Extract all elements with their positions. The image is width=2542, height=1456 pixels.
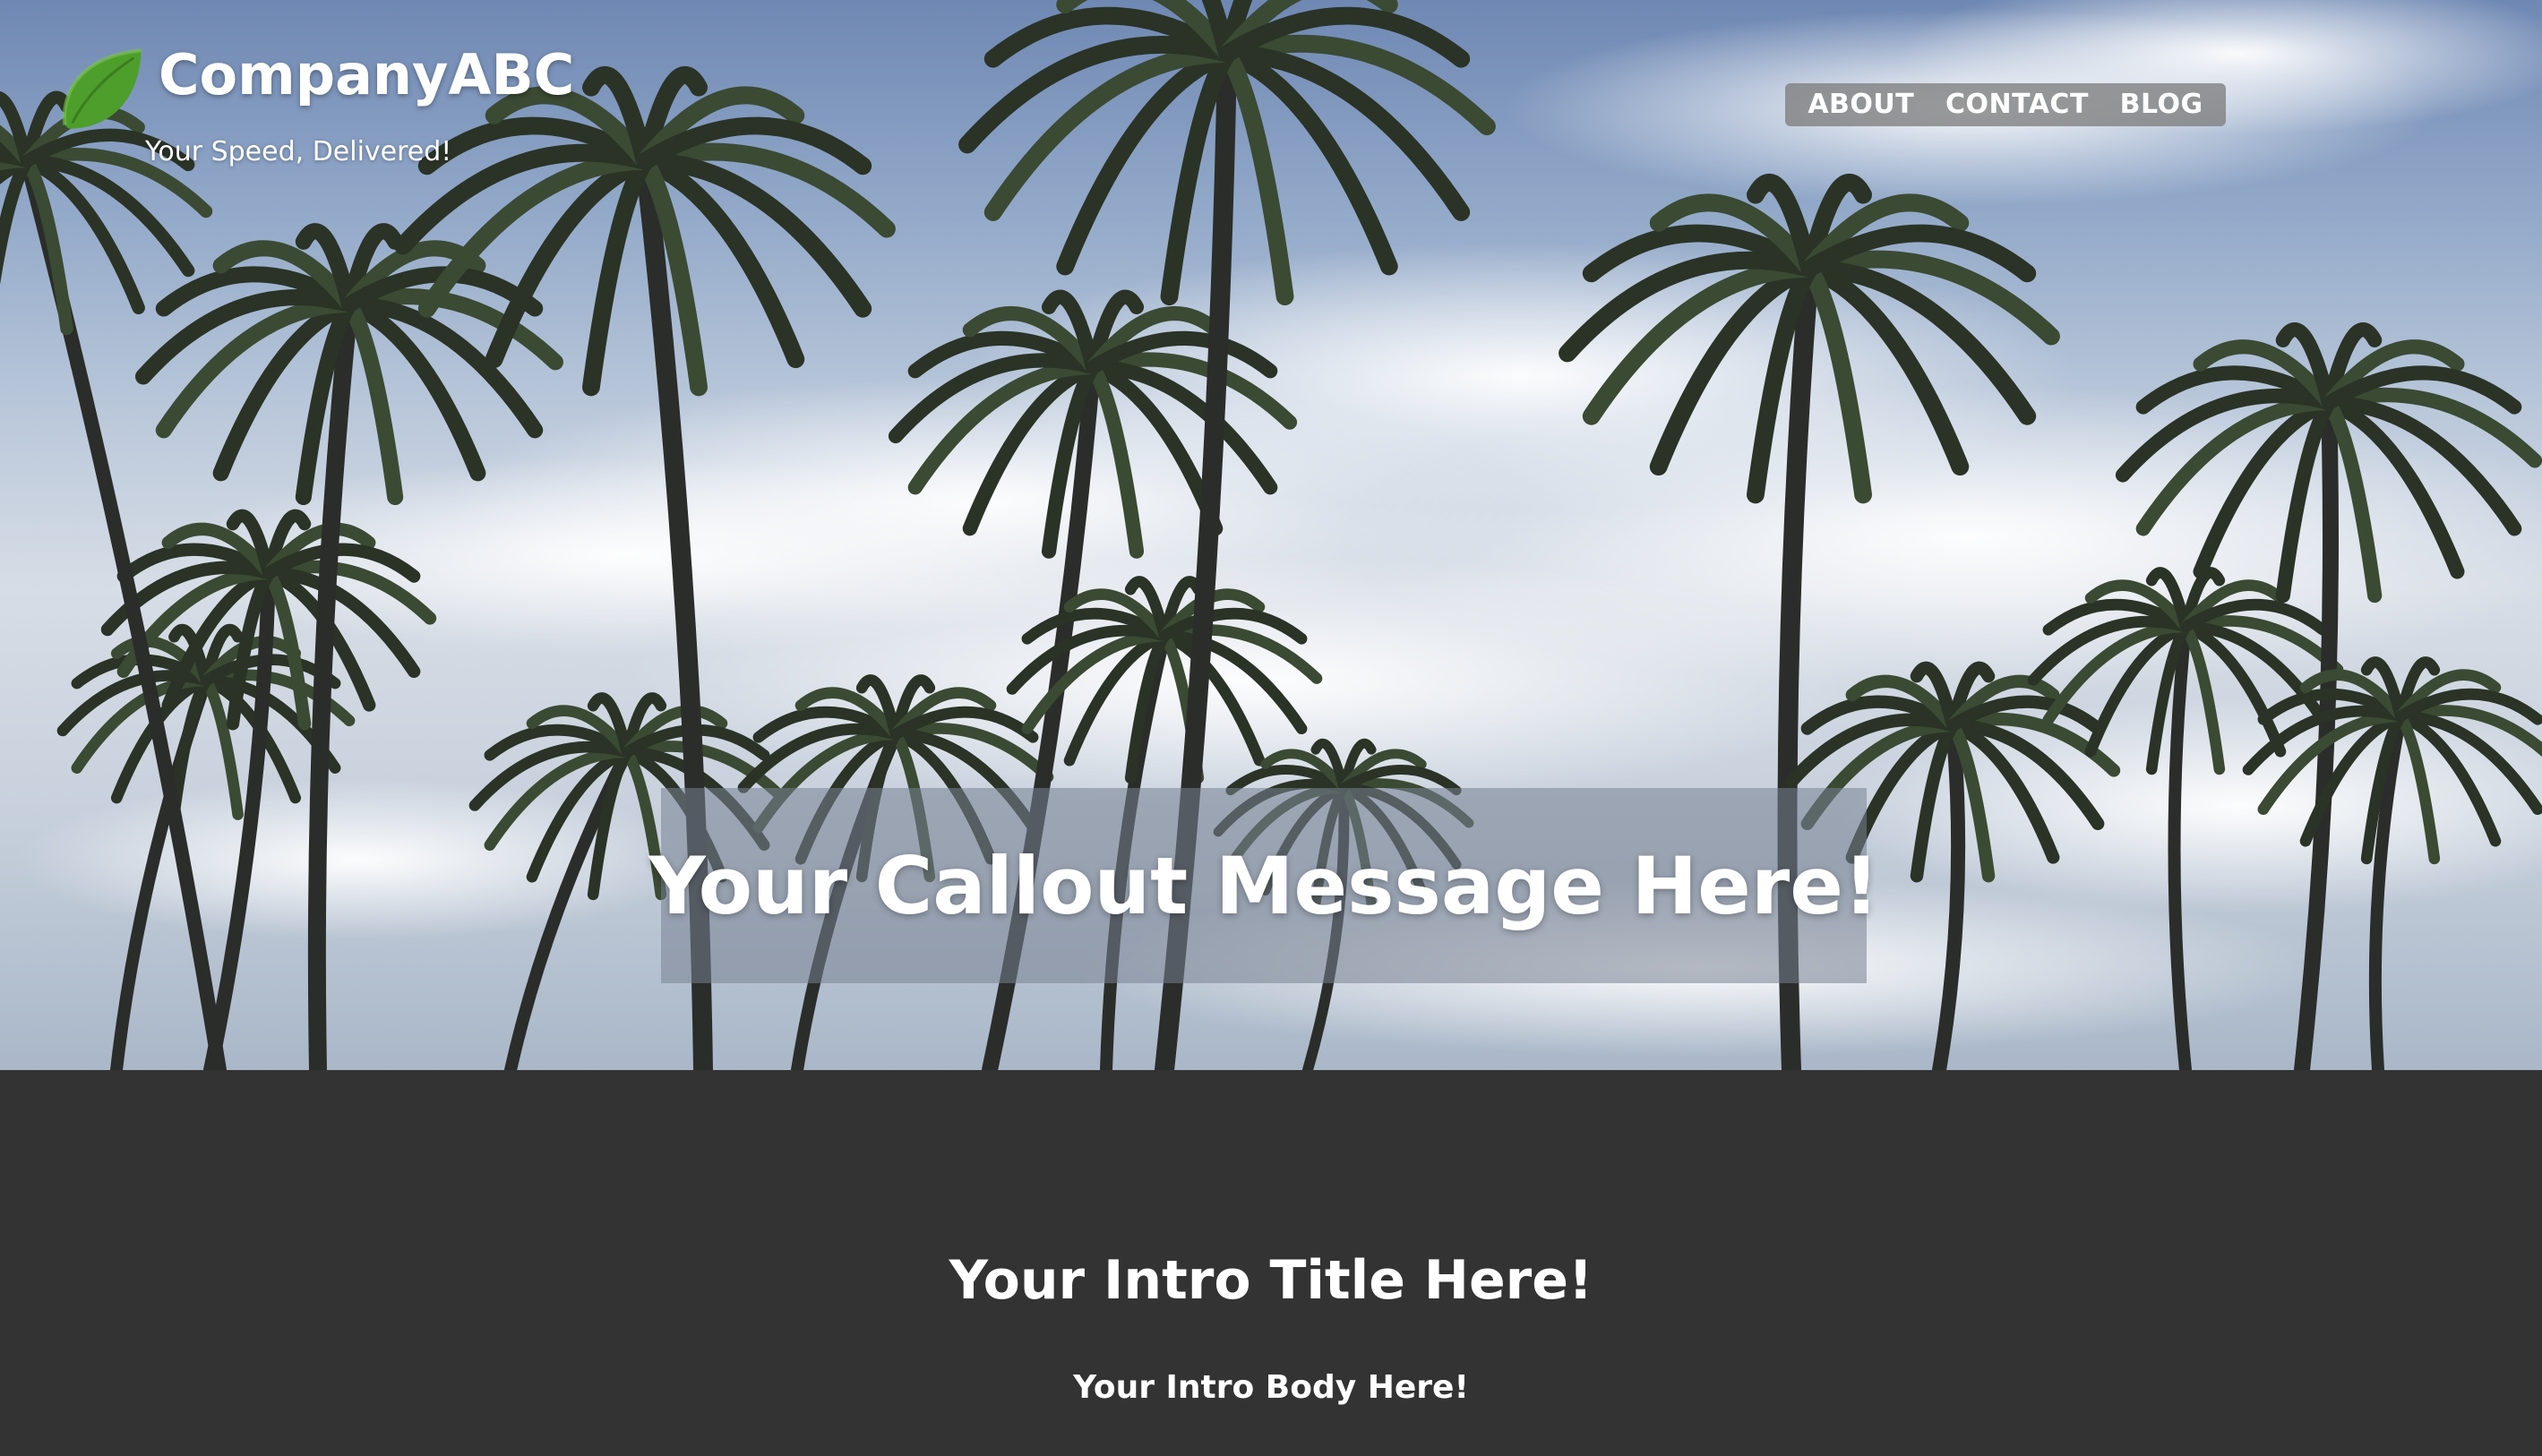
intro-body: Your Intro Body Here!: [1073, 1369, 1469, 1406]
brand-name[interactable]: CompanyABC: [159, 36, 574, 115]
leaf-icon: [62, 48, 142, 129]
brand[interactable]: CompanyABC Your Speed, Delivered!: [56, 36, 593, 188]
palm-frond: [1056, 45, 1236, 276]
palm-frond: [0, 154, 34, 286]
nav-link-about[interactable]: ABOUT: [1808, 83, 1914, 126]
hero-section: CompanyABC Your Speed, Delivered! ABOUT …: [0, 0, 2542, 1070]
nav-link-blog[interactable]: BLOG: [2120, 83, 2203, 126]
main-nav: ABOUT CONTACT BLOG: [1785, 83, 2226, 126]
page: CompanyABC Your Speed, Delivered! ABOUT …: [0, 0, 2542, 1456]
nav-link-contact[interactable]: CONTACT: [1945, 83, 2089, 126]
brand-tagline: Your Speed, Delivered!: [145, 136, 452, 167]
intro-title: Your Intro Title Here!: [949, 1249, 1593, 1312]
palm-frond: [1218, 45, 1398, 276]
callout-banner: Your Callout Message Here!: [648, 788, 1879, 983]
callout-message: Your Callout Message Here!: [648, 839, 1880, 932]
intro-section: Your Intro Title Here! Your Intro Body H…: [0, 1070, 2542, 1456]
